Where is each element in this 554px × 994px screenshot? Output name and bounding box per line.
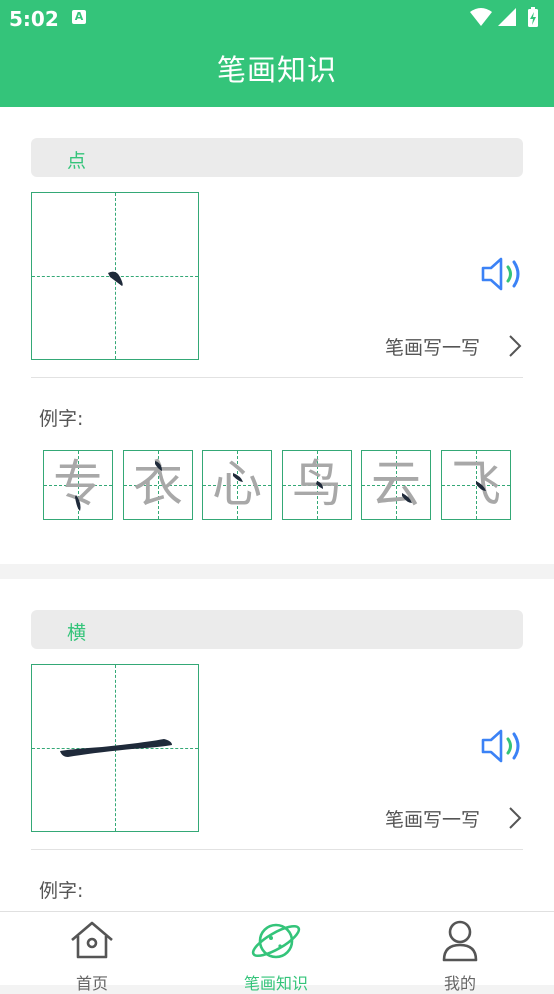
chevron-right-icon bbox=[509, 335, 522, 357]
write-stroke-label: 笔画写一写 bbox=[385, 337, 481, 359]
stroke-name: 点 bbox=[67, 150, 87, 172]
system-status-icons bbox=[470, 7, 538, 27]
chevron-right-icon bbox=[509, 807, 522, 829]
page-title: 笔画知识 bbox=[216, 53, 337, 87]
tab-home-label: 首页 bbox=[75, 974, 108, 993]
tab-mine[interactable]: 我的 bbox=[368, 912, 552, 993]
example-chars: 专 衣 心 鸟 云 飞 bbox=[43, 450, 513, 521]
signal-icon bbox=[498, 8, 516, 26]
write-stroke-link[interactable]: 笔画写一写 bbox=[385, 805, 522, 831]
status-bar: 5:02 A bbox=[0, 0, 554, 36]
notification-icon: A bbox=[72, 10, 86, 24]
example-label: 例字: bbox=[39, 880, 84, 902]
example-char-box[interactable]: 衣 bbox=[123, 450, 193, 520]
divider bbox=[31, 377, 523, 378]
stroke-name-bar: 点 bbox=[31, 138, 523, 177]
tab-home[interactable]: 首页 bbox=[0, 912, 184, 993]
bottom-tab-bar: 首页 笔画知识 我的 bbox=[0, 911, 554, 993]
person-icon bbox=[442, 920, 478, 962]
divider bbox=[31, 849, 523, 850]
stroke-card-horizontal: 横 笔画写一写 例字: bbox=[0, 579, 554, 911]
stroke-demo-grid[interactable] bbox=[31, 664, 199, 832]
wifi-icon bbox=[470, 8, 492, 26]
status-time: 5:02 bbox=[9, 7, 59, 31]
example-label: 例字: bbox=[39, 408, 84, 430]
tab-mine-label: 我的 bbox=[443, 974, 476, 993]
stroke-name: 横 bbox=[67, 622, 87, 644]
planet-icon bbox=[251, 923, 301, 959]
stroke-name-bar: 横 bbox=[31, 610, 523, 649]
stroke-demo-grid[interactable] bbox=[31, 192, 199, 360]
write-stroke-label: 笔画写一写 bbox=[385, 809, 481, 831]
write-stroke-link[interactable]: 笔画写一写 bbox=[385, 333, 522, 359]
example-char-box[interactable]: 专 bbox=[43, 450, 113, 520]
example-char-box[interactable]: 鸟 bbox=[282, 450, 352, 520]
tab-stroke-knowledge[interactable]: 笔画知识 bbox=[184, 912, 368, 993]
speaker-icon[interactable] bbox=[480, 727, 524, 765]
example-char-box[interactable]: 飞 bbox=[441, 450, 511, 520]
dot-stroke-shape bbox=[108, 271, 123, 286]
stroke-card-dot: 点 笔画写一写 例字: 专 衣 心 鸟 云 飞 bbox=[0, 107, 554, 564]
app-header: 5:02 A 笔画知识 bbox=[0, 0, 554, 107]
example-char-box[interactable]: 心 bbox=[202, 450, 272, 520]
speaker-icon[interactable] bbox=[480, 255, 524, 293]
example-char-box[interactable]: 云 bbox=[361, 450, 431, 520]
horizontal-stroke-shape bbox=[60, 739, 172, 757]
home-icon bbox=[71, 921, 113, 959]
tab-stroke-knowledge-label: 笔画知识 bbox=[243, 974, 308, 993]
